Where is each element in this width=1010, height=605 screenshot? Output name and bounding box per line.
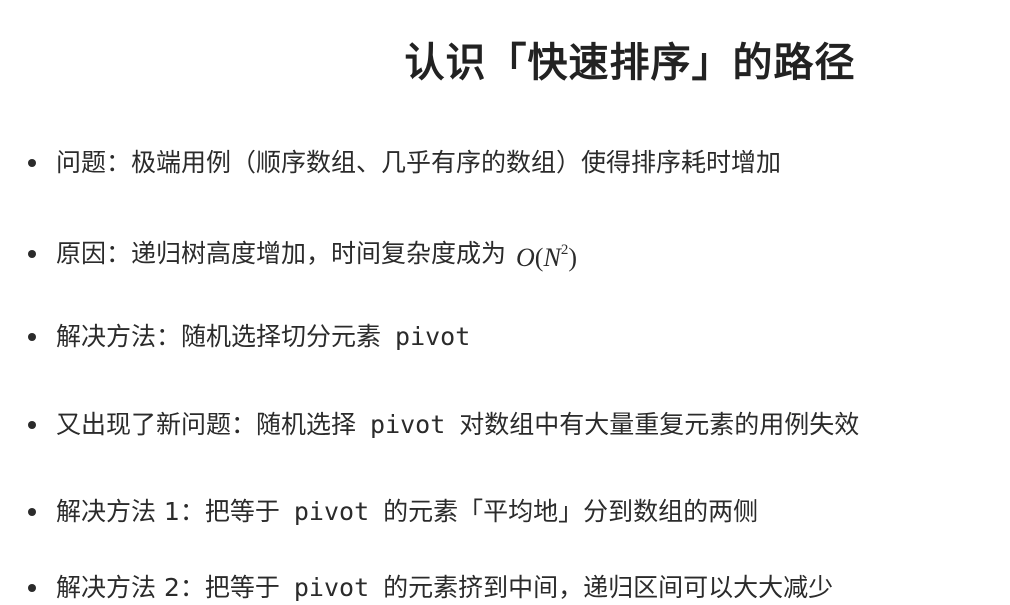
code-pivot: pivot: [293, 573, 370, 602]
bullet-icon: [28, 421, 36, 429]
bullet-item-problem: 问题：极端用例（顺序数组、几乎有序的数组）使得排序耗时增加: [28, 146, 781, 180]
bullet-icon: [28, 250, 36, 258]
bullet-item-solution-1: 解决方法 1：把等于 pivot 的元素「平均地」分到数组的两侧: [28, 495, 758, 529]
bullet-text-pre: 解决方法 1：把等于: [56, 497, 280, 526]
bullet-text: 解决方法：随机选择切分元素: [56, 322, 382, 351]
bullet-item-solution-2: 解决方法 2：把等于 pivot 的元素挤到中间，递归区间可以大大减少: [28, 571, 833, 605]
bullet-text-post: 对数组中有大量重复元素的用例失效: [459, 410, 860, 439]
formula-right-paren: ): [568, 243, 577, 272]
code-pivot: pivot: [395, 322, 471, 351]
code-pivot: pivot: [293, 497, 370, 526]
bullet-text-pre: 又出现了新问题：随机选择: [56, 410, 357, 439]
code-pivot: pivot: [370, 410, 446, 439]
bullet-icon: [28, 584, 36, 592]
bullet-item-cause: 原因：递归树高度增加，时间复杂度成为 O(N2): [28, 233, 577, 275]
bullet-icon: [28, 508, 36, 516]
bullet-text: 原因：递归树高度增加，时间复杂度成为: [56, 239, 507, 268]
bullet-icon: [28, 333, 36, 341]
bullet-item-solution-random: 解决方法：随机选择切分元素 pivot: [28, 320, 484, 354]
complexity-formula: O(N2): [516, 233, 577, 275]
bullet-text-post: 的元素挤到中间，递归区间可以大大减少: [383, 573, 834, 602]
slide-title: 认识「快速排序」的路径: [404, 40, 856, 86]
bullet-icon: [28, 159, 36, 167]
bullet-item-new-problem: 又出现了新问题：随机选择 pivot 对数组中有大量重复元素的用例失效: [28, 408, 859, 442]
bullet-text-pre: 解决方法 2：把等于: [56, 573, 280, 602]
bullet-text-post: 的元素「平均地」分到数组的两侧: [383, 497, 759, 526]
bullet-text: 问题：极端用例（顺序数组、几乎有序的数组）使得排序耗时增加: [56, 148, 782, 177]
formula-o: O: [516, 243, 535, 272]
formula-n: N: [543, 243, 561, 272]
